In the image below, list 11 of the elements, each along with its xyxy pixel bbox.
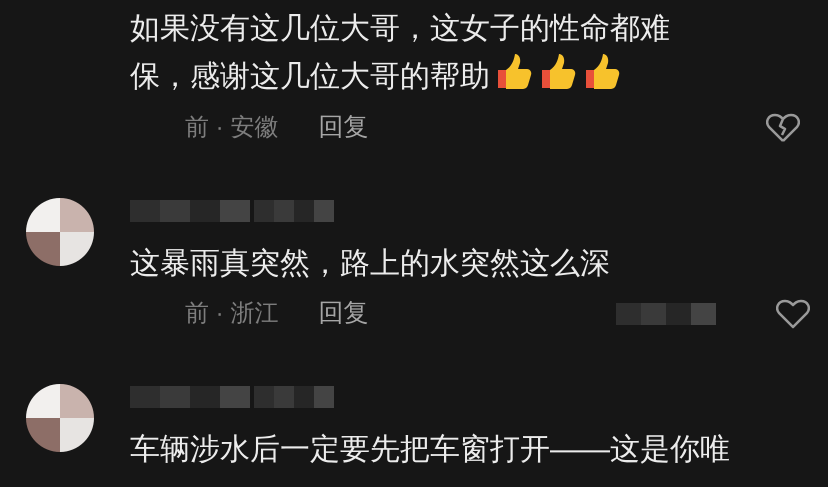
comment-text: 车辆涉水后一定要先把车窗打开——这是你唯 bbox=[130, 432, 731, 468]
reply-button[interactable]: 回复 bbox=[318, 295, 368, 333]
comment-meta: 前 · 浙江 bbox=[185, 299, 278, 329]
broken-heart-icon[interactable] bbox=[766, 113, 800, 143]
comment-text: 这暴雨真突然，路上的水突然这么深 bbox=[130, 246, 611, 282]
avatar bbox=[26, 198, 94, 266]
comment-meta: 前 · 安徽 bbox=[185, 113, 278, 143]
avatar bbox=[26, 384, 94, 452]
heart-icon[interactable] bbox=[776, 299, 810, 329]
comment-text: 如果没有这几位大哥，这女子的性命都难保，感谢这几位大哥的帮助 bbox=[130, 11, 671, 95]
reply-button[interactable]: 回复 bbox=[318, 109, 368, 147]
